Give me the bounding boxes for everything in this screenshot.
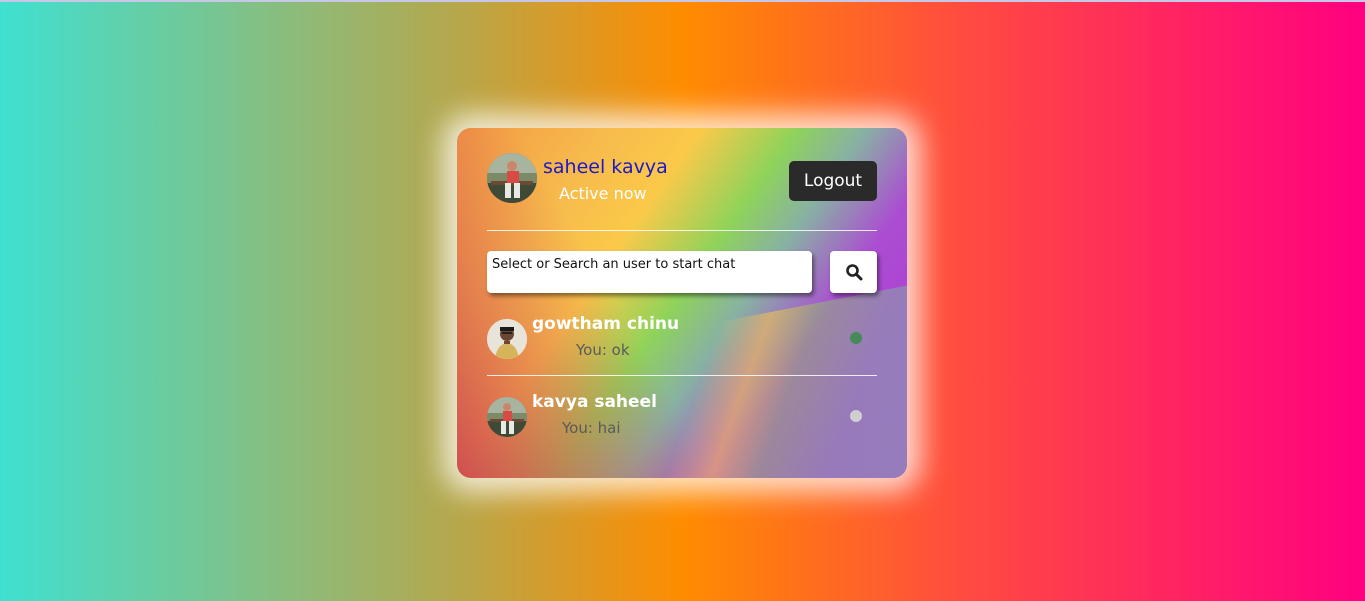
user-divider: [487, 375, 877, 376]
user-name: gowtham chinu: [532, 314, 680, 334]
chat-users-card: saheel kavya Active now Logout Select or…: [457, 128, 907, 478]
user-avatar: [487, 319, 527, 359]
current-user-status: Active now: [559, 184, 647, 203]
header-divider: [487, 230, 877, 231]
offline-status-dot: [850, 410, 862, 422]
user-last-message: You: hai: [562, 419, 621, 437]
current-user-avatar: [487, 153, 537, 203]
search-icon: [845, 263, 863, 281]
search-button[interactable]: [830, 251, 877, 293]
top-border: [0, 0, 1365, 2]
current-user-name: saheel kavya: [543, 156, 668, 178]
online-status-dot: [850, 332, 862, 344]
user-name: kavya saheel: [532, 392, 657, 412]
user-last-message: You: ok: [576, 341, 630, 359]
user-list-item-kavya[interactable]: kavya saheel You: hai: [487, 390, 877, 450]
user-list-item-gowtham[interactable]: gowtham chinu You: ok: [487, 312, 877, 372]
search-input[interactable]: Select or Search an user to start chat: [487, 251, 812, 293]
logout-button[interactable]: Logout: [789, 161, 877, 201]
user-avatar: [487, 397, 527, 437]
